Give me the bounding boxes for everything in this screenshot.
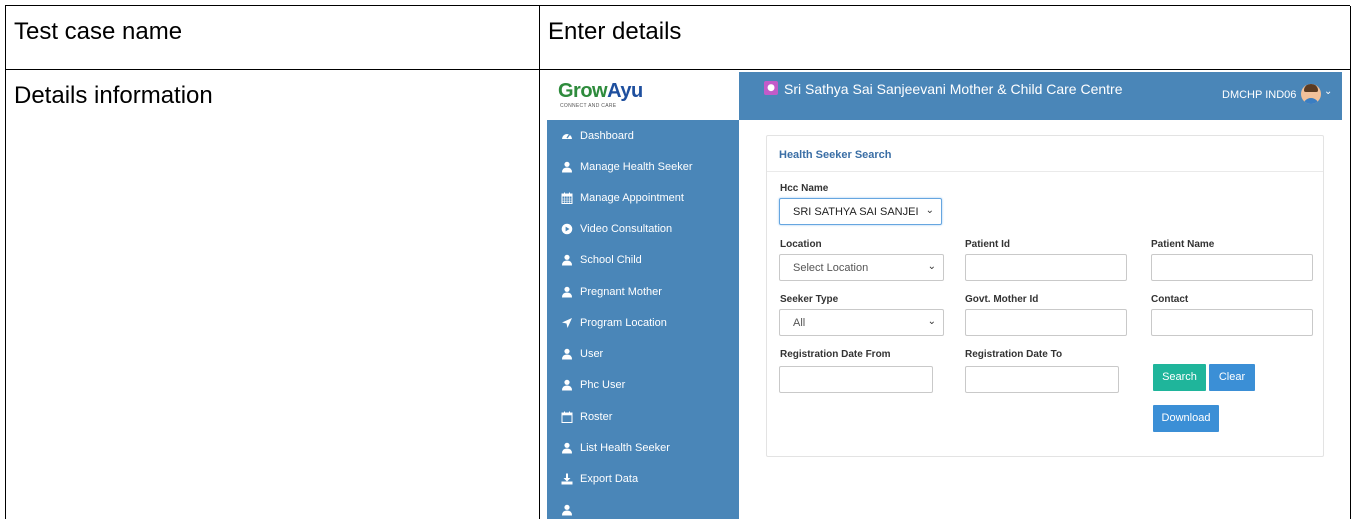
location-arrow-icon [562,318,572,328]
patient-name-input[interactable] [1151,254,1313,281]
sidebar-item-label: Roster [580,411,613,423]
logo[interactable]: GrowAyu CONNECT AND CARE [542,72,739,120]
clear-button[interactable]: Clear [1209,364,1255,391]
user-icon [562,348,572,360]
location-select[interactable]: Select Location ⌄ [779,254,944,281]
logo-tagline: CONNECT AND CARE [560,103,617,109]
card-title: Health Seeker Search [779,149,892,161]
health-seeker-search-card: Health Seeker Search Hcc Name SRI SATHYA… [766,135,1324,457]
sidebar-item-label: Pregnant Mother [580,286,662,298]
sidebar-item-phc-user[interactable]: Phc User [547,370,739,401]
app-screenshot: GrowAyu CONNECT AND CARE ● Sri Sathya Sa… [542,72,1342,519]
sidebar-item-label: Video Consultation [580,223,673,235]
sidebar-item-label: Phc User [580,379,626,391]
sidebar-item-manage-health-seeker[interactable]: Manage Health Seeker [547,152,739,183]
logo-text: GrowAyu [558,80,643,102]
calendar-outline-icon [561,411,573,423]
user-avatar[interactable] [1301,84,1321,104]
sidebar-item-label: Manage Health Seeker [580,161,693,173]
dashboard-icon [562,134,572,139]
centre-title: Sri Sathya Sai Sanjeevani Mother & Child… [784,81,1123,97]
play-icon [561,223,573,235]
centre-logo-icon: ● [764,81,778,95]
sidebar-item-export-data[interactable]: Export Data [547,464,739,495]
location-value: Select Location [793,262,869,274]
user-name[interactable]: DMCHP IND06 [1222,89,1296,101]
enter-details-label: Enter details [548,18,682,45]
table-cell-details-information: Details information [6,70,540,519]
sidebar-item-label: Dashboard [580,130,634,142]
sidebar-item-label: List Health Seeker [580,442,670,454]
sidebar-item-label: Export Data [580,473,639,485]
download-button[interactable]: Download [1153,405,1219,432]
search-button[interactable]: Search [1153,364,1206,391]
user-icon [562,161,572,173]
hcc-name-value: SRI SATHYA SAI SANJEI [793,206,919,218]
sidebar-item-manage-appointment[interactable]: Manage Appointment [547,183,739,214]
seeker-type-select[interactable]: All ⌄ [779,309,944,336]
contact-input[interactable] [1151,309,1313,336]
registration-date-to-input[interactable] [965,366,1119,393]
user-icon [562,286,572,298]
table-cell-enter-details: Enter details [540,6,1351,70]
chevron-down-icon: ⌄ [925,205,934,216]
sidebar-item-more[interactable] [547,495,739,519]
sidebar-item-user[interactable]: User [547,339,739,370]
sidebar-item-roster[interactable]: Roster [547,402,739,433]
sidebar-item-label: Program Location [580,317,667,329]
govt-mother-id-input[interactable] [965,309,1127,336]
chevron-down-icon: ⌄ [927,316,936,327]
sidebar-item-label: Manage Appointment [580,192,684,204]
table-cell-test-case-name: Test case name [6,6,540,70]
user-icon [562,254,572,266]
card-header: Health Seeker Search [767,136,1323,172]
seeker-type-label: Seeker Type [780,294,839,305]
calendar-icon [561,192,573,204]
user-icon [562,504,572,516]
user-icon [562,379,572,391]
location-label: Location [780,239,822,250]
hcc-name-label: Hcc Name [780,183,829,194]
download-icon [561,473,573,485]
chevron-down-icon[interactable]: ⌄ [1324,86,1332,97]
sidebar-item-dashboard[interactable]: Dashboard [547,121,739,152]
contact-label: Contact [1151,294,1189,305]
sidebar-item-label: User [580,348,604,360]
sidebar-item-label: School Child [580,254,642,266]
test-case-name-label: Test case name [14,18,183,45]
sidebar: Dashboard Manage Health Seeker Manage Ap… [547,120,739,519]
registration-date-to-label: Registration Date To [965,349,1063,360]
patient-name-label: Patient Name [1151,239,1215,250]
user-icon [562,442,572,454]
details-information-label: Details information [14,82,213,109]
chevron-down-icon: ⌄ [927,261,936,272]
registration-date-from-label: Registration Date From [780,349,891,360]
sidebar-item-video-consultation[interactable]: Video Consultation [547,214,739,245]
patient-id-input[interactable] [965,254,1127,281]
registration-date-from-input[interactable] [779,366,933,393]
sidebar-item-school-child[interactable]: School Child [547,245,739,276]
govt-mother-id-label: Govt. Mother Id [965,294,1039,305]
patient-id-label: Patient Id [965,239,1011,250]
top-header: ● Sri Sathya Sai Sanjeevani Mother & Chi… [739,72,1342,120]
sidebar-item-list-health-seeker[interactable]: List Health Seeker [547,433,739,464]
seeker-type-value: All [793,317,806,329]
sidebar-item-program-location[interactable]: Program Location [547,308,739,339]
main-content: Health Seeker Search Hcc Name SRI SATHYA… [739,120,1342,519]
hcc-name-select[interactable]: SRI SATHYA SAI SANJEI ⌄ [779,198,942,225]
sidebar-item-pregnant-mother[interactable]: Pregnant Mother [547,277,739,308]
